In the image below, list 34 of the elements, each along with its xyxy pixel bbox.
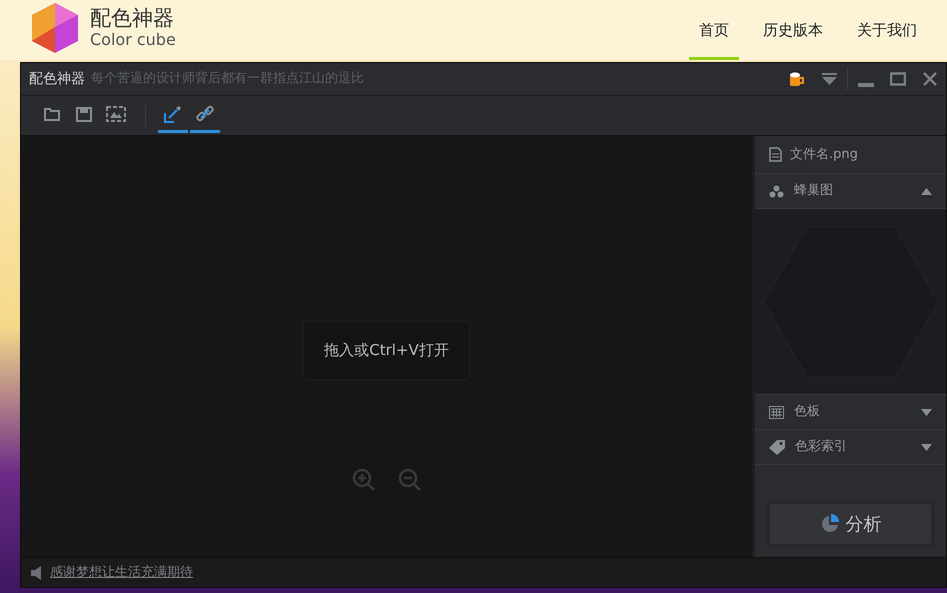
minimize-icon bbox=[858, 83, 874, 87]
caret-icon bbox=[921, 444, 932, 450]
section-header[interactable]: 色彩索引 bbox=[755, 430, 946, 465]
beer-mug-icon bbox=[789, 71, 805, 87]
folder-icon bbox=[44, 107, 60, 121]
document-icon bbox=[769, 147, 782, 162]
close-icon bbox=[922, 71, 938, 87]
link-icon bbox=[195, 105, 215, 123]
speaker-icon bbox=[31, 566, 42, 580]
save-icon bbox=[76, 106, 92, 122]
close-button[interactable] bbox=[922, 71, 938, 87]
file-name: 文件名.png bbox=[790, 146, 858, 164]
caret-icon bbox=[921, 408, 932, 416]
eyedropper-icon bbox=[164, 105, 182, 123]
tag-icon bbox=[769, 440, 785, 454]
caret-icon bbox=[921, 188, 932, 194]
window-title: 配色神器 bbox=[29, 70, 85, 88]
logo-subtitle: Color cube bbox=[90, 32, 176, 48]
dropdown-button[interactable] bbox=[821, 71, 837, 87]
grid-icon bbox=[769, 406, 784, 418]
nav-link[interactable]: 历史版本 bbox=[753, 0, 833, 60]
status-message-link[interactable]: 感谢梦想让生活充满期待 bbox=[50, 562, 193, 582]
image-icon bbox=[106, 106, 126, 122]
dots-icon bbox=[769, 184, 784, 198]
nav-link[interactable]: 关于我们 bbox=[847, 0, 927, 60]
drop-hint: 拖入或Ctrl+V打开 bbox=[303, 321, 470, 380]
logo-title: 配色神器 bbox=[90, 8, 175, 29]
analyze-button[interactable]: 分析 bbox=[767, 501, 934, 547]
pie-chart-icon bbox=[820, 514, 840, 534]
maximize-icon bbox=[890, 72, 906, 86]
section-header[interactable]: 色板 bbox=[755, 395, 946, 430]
caret-icon bbox=[822, 72, 836, 86]
maximize-button[interactable] bbox=[890, 71, 906, 87]
window-slogan: 每个苦逼的设计师背后都有一群指点江山的逗比 bbox=[91, 70, 364, 88]
